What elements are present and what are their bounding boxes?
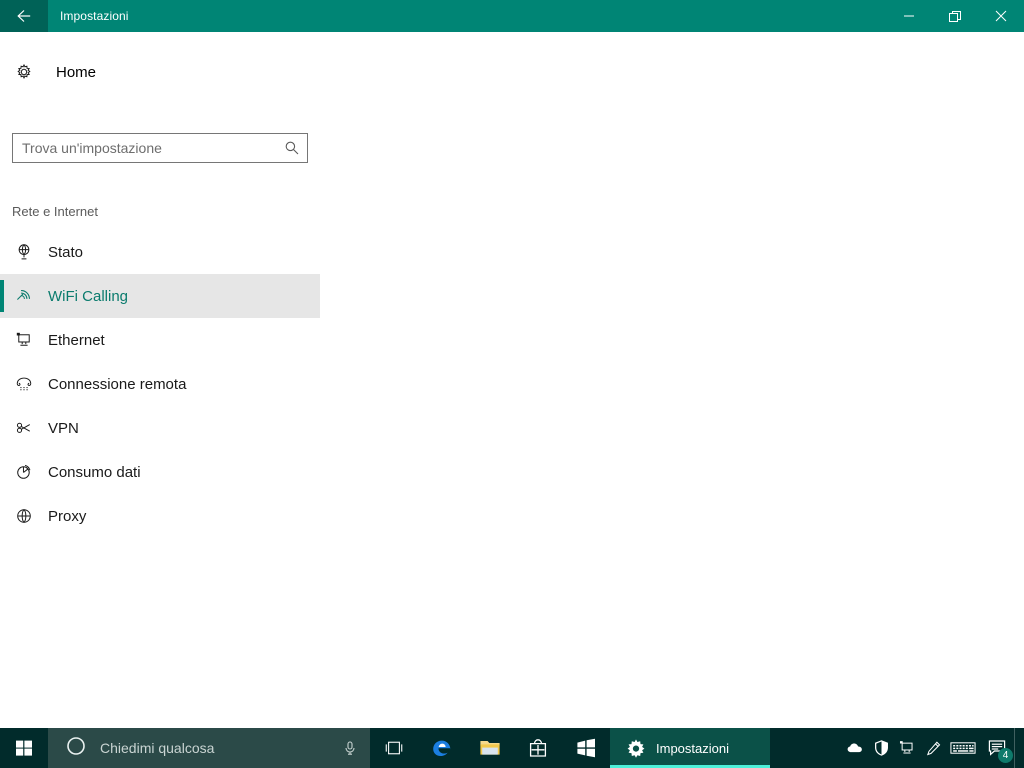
cortana-circle-icon [66,736,86,761]
shield-icon [874,740,888,756]
window-title: Impostazioni [60,9,129,23]
search-icon[interactable] [277,134,307,162]
windows-app-button[interactable] [562,728,610,768]
close-icon [995,10,1007,22]
restore-button[interactable] [932,0,978,32]
sidebar-item-label: Ethernet [48,331,105,349]
home-label: Home [56,63,97,81]
onedrive-tray-icon[interactable] [842,728,868,768]
store-bag-icon [529,739,547,757]
sidebar-item-ethernet[interactable]: Ethernet [0,318,320,362]
network-status-icon [12,243,36,261]
cortana-placeholder: Chiedimi qualcosa [100,740,215,756]
sidebar-item-label: Connessione remota [48,375,187,393]
microsoft-store-button[interactable] [514,728,562,768]
touch-keyboard-tray-icon[interactable] [946,728,980,768]
task-view-icon [385,741,403,755]
back-arrow-icon [17,10,31,22]
taskbar: Chiedimi qualcosa Impostazioni 4 [0,728,1024,768]
sidebar-item-proxy[interactable]: Proxy [0,494,320,538]
vpn-key-icon [12,419,36,437]
sidebar-item-wifi-calling[interactable]: WiFi Calling [0,274,320,318]
sidebar-item-consumo-dati[interactable]: Consumo dati [0,450,320,494]
gear-icon [626,738,646,758]
settings-body: Home Rete e Internet [0,32,1024,728]
taskbar-app-impostazioni[interactable]: Impostazioni [610,728,770,768]
start-button[interactable] [0,728,48,768]
sidebar-item-label: Proxy [48,507,87,525]
window-controls [886,0,1024,32]
microphone-icon[interactable] [330,740,370,756]
selection-accent [0,368,4,400]
cortana-search-box[interactable]: Chiedimi qualcosa [48,728,370,768]
network-tray-icon[interactable] [894,728,920,768]
restore-icon [948,10,961,22]
edge-browser-icon [433,740,451,756]
settings-window: Impostazioni Home Trova un'impostazione … [0,0,1024,768]
pen-icon [926,741,940,755]
cloud-icon [847,743,862,753]
selection-accent [0,280,4,312]
selection-accent [0,456,4,488]
sidebar-item-stato[interactable]: Stato [0,230,320,274]
task-view-button[interactable] [370,728,418,768]
sidebar-item-label: VPN [48,419,79,437]
file-explorer-button[interactable] [466,728,514,768]
minimize-button[interactable] [886,0,932,32]
sidebar-item-vpn[interactable]: VPN [0,406,320,450]
sidebar-item-label: Consumo dati [48,463,141,481]
notification-badge: 4 [998,748,1013,763]
globe-icon [12,507,36,525]
sidebar-item-connessione-remota[interactable]: Connessione remota [0,362,320,406]
close-button[interactable] [978,0,1024,32]
minimize-icon [904,15,914,17]
edge-browser-button[interactable] [418,728,466,768]
taskbar-app-label: Impostazioni [656,740,729,756]
windows-flag-icon [577,738,595,758]
system-tray: 4 [842,728,1024,768]
pen-workspace-tray-icon[interactable] [920,728,946,768]
pie-chart-icon [12,463,36,481]
selection-accent [0,412,4,444]
wifi-icon [12,287,36,305]
navigation-pane: Home Rete e Internet [0,32,320,728]
selection-accent [0,324,4,356]
action-center-button[interactable]: 4 [980,728,1014,768]
nav-list: Stato WiFi Calling Ethernet Connessione … [0,230,320,538]
ethernet-icon [12,331,36,349]
folder-icon [480,741,500,755]
monitor-network-icon [899,741,913,754]
dialup-phone-icon [12,375,36,393]
search-input[interactable] [13,134,277,162]
sidebar-item-label: WiFi Calling [48,287,129,305]
home-button[interactable]: Home [0,52,320,92]
selection-accent [0,500,4,532]
sidebar-item-label: Stato [48,243,84,261]
windows-start-icon [16,740,32,756]
back-button[interactable] [0,0,48,32]
nav-group-header: Rete e Internet [12,204,98,219]
search-box[interactable] [12,133,308,163]
selection-accent [0,236,4,268]
keyboard-icon [950,742,976,754]
title-bar: Impostazioni [0,0,1024,32]
windows-defender-tray-icon[interactable] [868,728,894,768]
gear-icon [12,63,36,81]
show-desktop-button[interactable] [1014,728,1020,768]
